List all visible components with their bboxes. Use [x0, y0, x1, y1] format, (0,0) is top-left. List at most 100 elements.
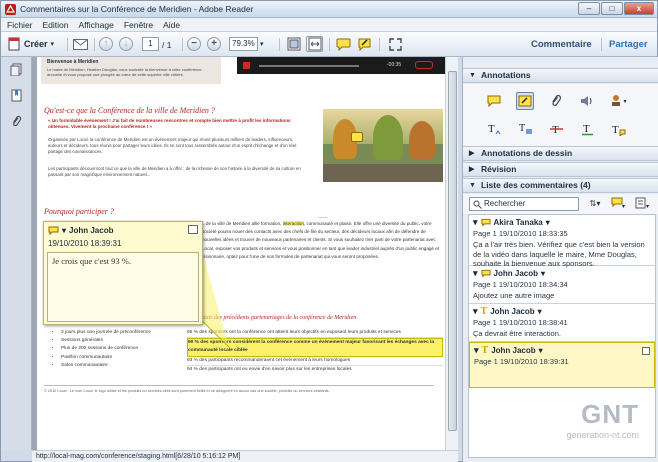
annotation-connector [193, 217, 327, 348]
watermark-site: generation-nt.com [566, 430, 639, 440]
comment-search-row: Rechercher ⇅▾ ▾ ▾ [463, 194, 658, 214]
scrollbar-thumb[interactable] [448, 71, 457, 431]
note-annotation-icon[interactable] [351, 132, 363, 142]
next-page-button[interactable]: ↓ [119, 36, 133, 52]
email-button[interactable] [72, 36, 89, 52]
page-number-input[interactable]: 1 [142, 36, 159, 52]
adobe-reader-icon [5, 4, 16, 15]
insert-text-tool[interactable]: T [485, 120, 503, 138]
previous-page-button[interactable]: ↑ [99, 36, 113, 52]
page-footer: © 2010 Local · Le nom Local, le logo uti… [44, 385, 434, 393]
menu-edition[interactable]: Edition [43, 20, 69, 30]
fit-width-button[interactable] [306, 36, 323, 52]
strikethrough-icon: T [549, 124, 563, 136]
highlight-text-button[interactable] [356, 36, 373, 52]
comment-item[interactable]: ▾ Akira Tanaka ▾ Page 1 19/10/2010 18:33:3… [469, 215, 655, 268]
stamp-tool[interactable]: ▾ [609, 92, 627, 110]
menu-aide[interactable]: Aide [163, 20, 180, 30]
speaker-icon [581, 96, 592, 106]
comment-popup[interactable]: ▾ John Jacob 19/10/2010 18:39:31 Je croi… [43, 221, 203, 325]
filter-button[interactable]: ▾ [608, 197, 630, 211]
pdf-page: Bienvenue à Meridien Le maire de Meridie… [37, 57, 445, 450]
menu-fenetre[interactable]: Fenêtre [124, 20, 153, 30]
highlight-text-icon: T [481, 345, 489, 356]
arrow-down-icon: ↓ [119, 37, 133, 51]
title-bar: Commentaires sur la Conférence de Meridi… [1, 1, 657, 18]
search-placeholder: Rechercher [484, 199, 526, 208]
annotations-header[interactable]: ▼ Annotations [463, 68, 658, 83]
replace-text-tool[interactable]: T [516, 120, 534, 138]
comment-item-selected[interactable]: ▾ T John Jacob ▾ Page 1 19/10/2010 18:39:31 [469, 342, 655, 388]
comment-search-input[interactable]: Rechercher [469, 197, 579, 211]
video-progress[interactable] [259, 65, 359, 67]
video-player[interactable]: -00:35 [237, 57, 445, 74]
chevron-down-icon: ▾ [50, 41, 55, 48]
arrow-up-icon: ↑ [99, 37, 113, 51]
app-window: Commentaires sur la Conférence de Meridi… [0, 0, 658, 462]
underline-tool[interactable]: T [578, 120, 596, 138]
record-audio-tool[interactable] [578, 92, 596, 110]
speech-bubble-icon [336, 38, 351, 51]
zoom-in-button[interactable]: + [207, 36, 221, 52]
envelope-icon [73, 38, 88, 50]
welcome-box: Bienvenue à Meridien Le maire de Meridie… [41, 57, 221, 84]
speech-bubble-icon [480, 218, 491, 227]
annotation-tools: ▾ T T T T T [463, 84, 658, 147]
comment-meta: Page 1 19/10/2010 18:33:35 [473, 229, 568, 238]
full-screen-button[interactable] [387, 36, 404, 52]
text-box-tool[interactable]: T [609, 120, 627, 138]
zoom-out-button[interactable]: − [187, 36, 201, 52]
menu-bar: Fichier Edition Affichage Fenêtre Aide [1, 18, 657, 32]
stat-row: 93 % des participants recommanderaient c… [187, 357, 443, 366]
drawing-annotations-header[interactable]: ▶ Annotations de dessin [463, 146, 658, 161]
paperclip-icon[interactable] [10, 115, 23, 128]
share-tab-link[interactable]: Partager [609, 39, 648, 50]
play-icon[interactable] [243, 62, 250, 69]
sticky-note-tool[interactable] [485, 92, 503, 110]
menu-affichage[interactable]: Affichage [79, 20, 114, 30]
paperclip-icon [552, 94, 562, 107]
page-thumbnails-icon[interactable] [10, 63, 23, 76]
collapse-arrow-icon: ▾ [473, 217, 478, 227]
strikethrough-tool[interactable]: T [547, 120, 565, 138]
add-note-button[interactable] [335, 36, 352, 52]
maximize-button[interactable]: □ [601, 2, 623, 15]
comment-meta: Page 1 19/10/2010 18:34:34 [473, 280, 568, 289]
menu-fichier[interactable]: Fichier [7, 20, 33, 30]
expand-icon [389, 37, 402, 51]
comment-item[interactable]: ▾ John Jacob ▾ Page 1 19/10/2010 18:34:34 … [469, 266, 655, 304]
comment-checkbox[interactable] [642, 346, 650, 355]
attach-file-tool[interactable] [547, 92, 565, 110]
chevron-down-icon: ▾ [540, 269, 545, 278]
insert-text-icon: T [480, 306, 488, 317]
popup-text-area[interactable]: Je crois que c'est 93 %. [47, 252, 199, 322]
volume-control[interactable] [415, 61, 433, 69]
zoom-select[interactable]: 79.3% ▾ [229, 36, 264, 52]
speech-bubble-icon [480, 269, 491, 278]
sort-button[interactable]: ⇅▾ [585, 197, 605, 211]
svg-text:T: T [552, 124, 559, 136]
svg-text:T: T [583, 123, 590, 135]
fit-width-icon [308, 37, 321, 51]
chevron-down-icon: ▾ [260, 41, 264, 48]
options-button[interactable]: ▾ [633, 197, 653, 211]
list-item: Sessions générales [61, 337, 201, 345]
review-header[interactable]: ▶ Révision [463, 162, 658, 177]
popup-options-icon[interactable] [188, 225, 198, 234]
comment-author: Akira Tanaka [493, 218, 543, 227]
highlight-tool[interactable] [516, 92, 534, 110]
document-area: Bienvenue à Meridien Le maire de Meridie… [32, 57, 458, 450]
comment-tab-link[interactable]: Commentaire [531, 39, 592, 50]
create-button[interactable]: Créer ▾ [7, 36, 65, 52]
chevron-down-icon: ▾ [623, 98, 627, 105]
svg-text:T: T [519, 123, 525, 134]
minimize-button[interactable]: – [578, 2, 600, 15]
comment-list-header[interactable]: ▼ Liste des commentaires (4) [463, 178, 658, 193]
close-button[interactable]: x [624, 2, 654, 15]
insert-text-icon: T [488, 123, 500, 135]
vertical-scrollbar[interactable] [445, 57, 458, 450]
fit-page-button[interactable] [285, 36, 302, 52]
bookmarks-icon[interactable] [10, 89, 23, 102]
welcome-title: Bienvenue à Meridien [47, 59, 99, 65]
comment-item[interactable]: ▾ T John Jacob ▾ Page 1 19/10/2010 18:38:41… [469, 304, 655, 342]
